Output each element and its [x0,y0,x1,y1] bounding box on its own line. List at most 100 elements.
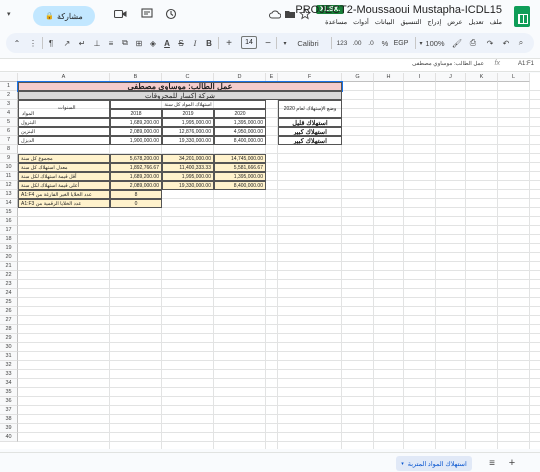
row-header-16[interactable]: 16 [0,217,18,226]
cloud-saved-icon[interactable] [268,7,282,21]
menu-data[interactable]: البيانات [375,18,395,26]
column-header-b[interactable]: B [110,73,162,82]
summary-label[interactable]: أقل قيمة استهلاك لكل سنة [18,172,110,181]
font-dropdown-icon[interactable]: ▾ [281,36,289,50]
text-direction-icon[interactable]: ¶ [46,36,56,50]
count-label[interactable]: عدد الخلايا الرقمية من A1:F3 [18,199,110,208]
increase-font-size-icon[interactable]: + [224,36,234,50]
summary-2020[interactable]: 8,400,000.00 [214,181,266,190]
row-header-19[interactable]: 19 [0,244,18,253]
row-header-18[interactable]: 18 [0,235,18,244]
value-2020[interactable]: 8,400,000.00 [214,136,266,145]
number-format-button[interactable]: 123 [335,36,349,50]
bold-icon[interactable]: B [204,36,214,50]
search-menus-icon[interactable]: ⌕ [516,36,526,50]
row-header-4[interactable]: 4 [0,109,18,118]
row-header-5[interactable]: 5 [0,118,18,127]
count-label[interactable]: عدد الخلايا الغير الفارغة من A1:F4 [18,190,110,199]
value-2019[interactable]: 12,876,000.00 [162,127,214,136]
value-2020[interactable]: 4,950,000.00 [214,127,266,136]
row-header-21[interactable]: 21 [0,262,18,271]
vertical-align-icon[interactable]: ⊥ [92,36,102,50]
select-all-corner[interactable] [0,73,18,82]
all-sheets-icon[interactable]: ≡ [486,456,498,470]
currency-format-button[interactable]: EGP [392,36,410,50]
row-header-28[interactable]: 28 [0,325,18,334]
summary-label[interactable]: معدل استهلاك كل سنة [18,163,110,172]
row-header-27[interactable]: 27 [0,316,18,325]
formula-input[interactable]: عمل الطالب: موساوي مصطفى [412,61,484,67]
product-name[interactable]: البنزين [18,127,110,136]
row-header-37[interactable]: 37 [0,406,18,415]
menu-edit[interactable]: تعديل [469,18,484,26]
print-icon[interactable]: ⎙ [468,36,478,50]
document-title[interactable]: PROJECT2-Moussaoui Mustapha-ICDL15 [295,4,502,16]
value-2019[interactable]: 19,330,000.00 [162,136,214,145]
history-icon[interactable] [164,7,178,21]
share-button[interactable]: 🔒 مشاركة [33,6,95,26]
row-header-26[interactable]: 26 [0,307,18,316]
row-header-25[interactable]: 25 [0,298,18,307]
sheet-tab-active[interactable]: ▾ استهلاك المواد المتربة [396,456,472,471]
summary-2019[interactable]: 19,330,000.00 [162,181,214,190]
row-header-40[interactable]: 40 [0,433,18,442]
column-header-f[interactable]: F [278,73,342,82]
increase-decimal-icon[interactable]: .00 [352,36,362,50]
font-size-field[interactable]: 14 [241,36,257,49]
summary-2020[interactable]: 1,395,000.00 [214,172,266,181]
product-name[interactable]: الديزل [18,136,110,145]
row-header-13[interactable]: 13 [0,190,18,199]
consumption-status[interactable]: استهلاك قليل [278,118,342,127]
horizontal-align-icon[interactable]: ≡ [106,36,116,50]
spreadsheet-grid[interactable]: A B C D E F G H I J K L 1 2 3 4 5 6 7 8 9 10 11 12 13 14 15 16 17 18 1… [0,73,540,449]
summary-2020[interactable]: 5,581,666.67 [214,163,266,172]
menu-format[interactable]: التنسيق [400,18,421,26]
meet-icon[interactable] [113,7,127,21]
decrease-font-size-icon[interactable]: − [263,36,273,50]
summary-2018[interactable]: 1,892,766.67 [110,163,162,172]
menu-tools[interactable]: أدوات [353,18,369,26]
consumption-header[interactable]: استهلاك المواد كل سنة [110,100,266,109]
column-header-a[interactable]: A [18,73,110,82]
row-header-39[interactable]: 39 [0,424,18,433]
row-header-3[interactable]: 3 [0,100,18,109]
summary-2018[interactable]: 2,089,000.00 [110,181,162,190]
column-header-j[interactable]: J [436,73,466,82]
column-header-l[interactable]: L [498,73,530,82]
summary-2018[interactable]: 1,689,200.00 [110,172,162,181]
row-header-9[interactable]: 9 [0,154,18,163]
row-header-10[interactable]: 10 [0,163,18,172]
row-header-20[interactable]: 20 [0,253,18,262]
column-header-k[interactable]: K [466,73,498,82]
row-header-23[interactable]: 23 [0,280,18,289]
row-header-33[interactable]: 33 [0,370,18,379]
row-header-34[interactable]: 34 [0,379,18,388]
row-header-14[interactable]: 14 [0,199,18,208]
share-dropdown-icon[interactable]: ▾ [7,10,11,18]
add-sheet-icon[interactable]: + [506,456,518,470]
zoom-select[interactable]: 100% [424,36,446,50]
row-header-32[interactable]: 32 [0,361,18,370]
paint-format-icon[interactable]: 🖌 [452,36,462,50]
row-header-35[interactable]: 35 [0,388,18,397]
text-rotation-icon[interactable]: ↗ [62,36,72,50]
row-header-30[interactable]: 30 [0,343,18,352]
count-value[interactable]: 8 [110,190,162,199]
more-icon[interactable]: ⋮ [28,36,38,50]
year-header-2018[interactable]: 2018 [110,109,162,118]
column-header-i[interactable]: I [404,73,436,82]
value-2018[interactable]: 1,900,000.00 [110,136,162,145]
row-header-12[interactable]: 12 [0,181,18,190]
row-header-24[interactable]: 24 [0,289,18,298]
value-2018[interactable]: 2,089,000.00 [110,127,162,136]
menu-view[interactable]: عرض [447,18,462,26]
summary-label[interactable]: مجموع كل سنة [18,154,110,163]
row-header-22[interactable]: 22 [0,271,18,280]
row-header-2[interactable]: 2 [0,91,18,100]
column-header-e[interactable]: E [266,73,278,82]
row-header-1[interactable]: 1 [0,82,18,91]
percent-format-button[interactable]: % [380,36,390,50]
redo-icon[interactable]: ↷ [485,36,495,50]
menu-insert[interactable]: إدراج [427,18,441,26]
count-value[interactable]: 0 [110,199,162,208]
